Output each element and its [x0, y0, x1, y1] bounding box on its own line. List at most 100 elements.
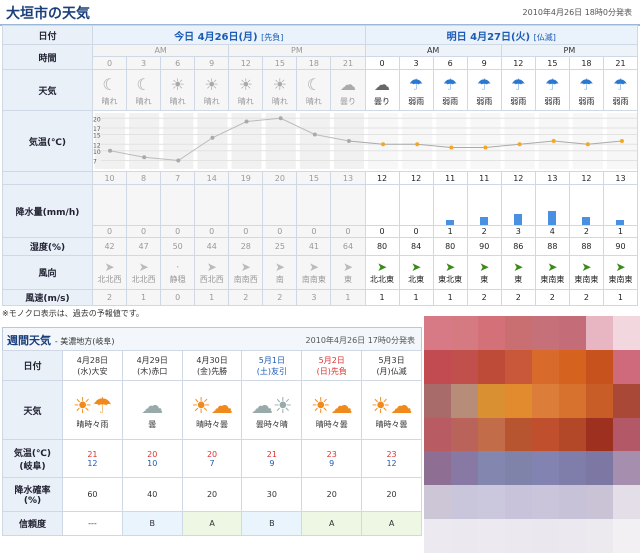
wind-cell: ➤ 西北西 [194, 255, 230, 290]
weather-cell: ☾ 晴れ [126, 69, 162, 111]
wind-cell: ➤ 東南東 [568, 255, 604, 290]
weekly-date-cell: 5月2日 (日)先負 [301, 350, 363, 381]
blur-tile [613, 316, 640, 350]
hour-cell: 12 [500, 56, 536, 70]
wind-cell: ➤ 南 [262, 255, 298, 290]
windspeed-cell: 1 [330, 289, 366, 306]
blur-tile [505, 451, 532, 486]
humidity-cell: 64 [330, 237, 366, 256]
weekly-reliability-cell: B [241, 511, 303, 536]
weather-cell: ☁ 曇り [364, 69, 400, 111]
weekly-dow: (日) [316, 366, 331, 376]
temp-cell: 14 [194, 171, 230, 185]
temp-point [517, 142, 522, 147]
weather-text: 曇り [339, 97, 356, 106]
wind-cell: ➤ 北北東 [364, 255, 400, 290]
weekly-rokuyo: 先負 [330, 366, 347, 376]
weekly-weather-cell: ☀☂ 晴時々雨 [62, 380, 123, 440]
wind-arrow-icon: · [175, 260, 180, 274]
temp-label: 気温(℃) [2, 110, 93, 172]
wind-direction: 北北東 [370, 275, 395, 284]
weekly-reliability-cell: A [301, 511, 363, 536]
weather-label: 天気 [2, 69, 93, 111]
weekly-reliability-label: 信頼度 [2, 511, 63, 536]
windspeed-cell: 2 [534, 289, 570, 306]
tomorrow-am: AM [364, 44, 502, 57]
hour-cell: 15 [534, 56, 570, 70]
blur-tile [586, 485, 613, 520]
temp-point [381, 142, 386, 147]
wind-arrow-icon: ➤ [479, 260, 490, 274]
issued-time: 2010年4月26日 18時0分発表 [522, 8, 632, 17]
windspeed-cell: 1 [602, 289, 639, 306]
temp-point [210, 135, 215, 140]
blur-tile [478, 316, 505, 350]
umbrella-icon: ☂ [613, 75, 628, 94]
precip-bar-cell [534, 184, 570, 226]
hour-cell: 0 [364, 56, 400, 70]
weekly-weather-cell: ☀☁ 晴時々曇 [301, 380, 363, 440]
wind-cell: ➤ 北北西 [91, 255, 128, 290]
hour-cell: 18 [296, 56, 332, 70]
blur-tile [478, 417, 505, 452]
temp-cell: 13 [330, 171, 366, 185]
weekly-reliability-cell: B [121, 511, 183, 536]
weekly-date: 5月1日 [258, 355, 285, 365]
umbrella-icon: ☂ [579, 75, 594, 94]
weekly-weather-text: 晴時々曇 [375, 420, 408, 429]
cloud-icon: ☁ [374, 75, 391, 94]
weekly-date-cell: 4月29日 (木)赤口 [121, 350, 183, 381]
hour-cell: 3 [398, 56, 434, 70]
weekly-temp-cell: 21 9 [241, 439, 303, 478]
hour-cell: 21 [602, 56, 639, 70]
precip-value: 3 [500, 225, 536, 238]
blur-tile [451, 316, 478, 350]
temp-cell: 8 [126, 171, 162, 185]
hour-cell: 0 [91, 56, 128, 70]
weather-cell: ☀ 晴れ [194, 69, 230, 111]
weekly-low: 9 [269, 458, 275, 468]
temp-cell: 12 [500, 171, 536, 185]
sun-icon: ☀ [204, 75, 219, 94]
weekly-dow: (月) [376, 366, 391, 376]
svg-text:15: 15 [93, 133, 101, 140]
precip-bar [616, 220, 625, 225]
weekly-temp-label: 気温(℃) (岐阜) [2, 439, 63, 478]
precip-value: 0 [364, 225, 400, 238]
moon-icon: ☾ [136, 75, 151, 94]
weather-text: 弱雨 [510, 97, 527, 106]
weekly-forecast-table: 日付 4月28日 (水)大安 4月29日 (木)赤口 4月30日 (金)先勝 5月1日 (土)友… [2, 350, 422, 536]
temp-point [244, 119, 249, 124]
weather-icon: ☀☁ [191, 394, 233, 419]
wind-cell: ➤ 東南東 [534, 255, 570, 290]
blur-tile [505, 485, 532, 520]
weekly-temp-cell: 20 7 [181, 439, 243, 478]
weekly-weather-text: 曇時々晴 [255, 420, 288, 429]
windspeed-cell: 1 [398, 289, 434, 306]
precip-value: 1 [432, 225, 468, 238]
hour-cell: 21 [330, 56, 366, 70]
humidity-cell: 80 [364, 237, 400, 256]
wind-direction: 東 [480, 275, 489, 284]
hour-cell: 9 [194, 56, 230, 70]
wind-cell: ➤ 北北西 [126, 255, 162, 290]
weekly-temp-cell: 23 9 [301, 439, 363, 478]
page-header: 大垣市の天気 2010年4月26日 18時0分発表 [0, 0, 640, 26]
svg-text:10: 10 [93, 149, 101, 156]
weather-cell: ☂ 弱雨 [398, 69, 434, 111]
weather-text: 晴れ [169, 97, 186, 106]
wind-direction: 東 [514, 275, 523, 284]
blur-tile [451, 383, 478, 418]
weekly-date: 5月3日 [378, 355, 405, 365]
windspeed-cell: 1 [432, 289, 468, 306]
temp-point [312, 132, 317, 137]
precip-bar-cell [602, 184, 639, 226]
weekly-rain-cell: 20 [301, 477, 363, 512]
temp-point [551, 139, 556, 143]
weather-cell: ☂ 弱雨 [466, 69, 502, 111]
weather-cell: ☂ 弱雨 [602, 69, 639, 111]
weekly-temp-cell: 21 12 [62, 439, 123, 478]
weekly-rain-cell: 20 [181, 477, 243, 512]
temp-point [108, 148, 113, 153]
weekly-rain-cell: 20 [361, 477, 422, 512]
